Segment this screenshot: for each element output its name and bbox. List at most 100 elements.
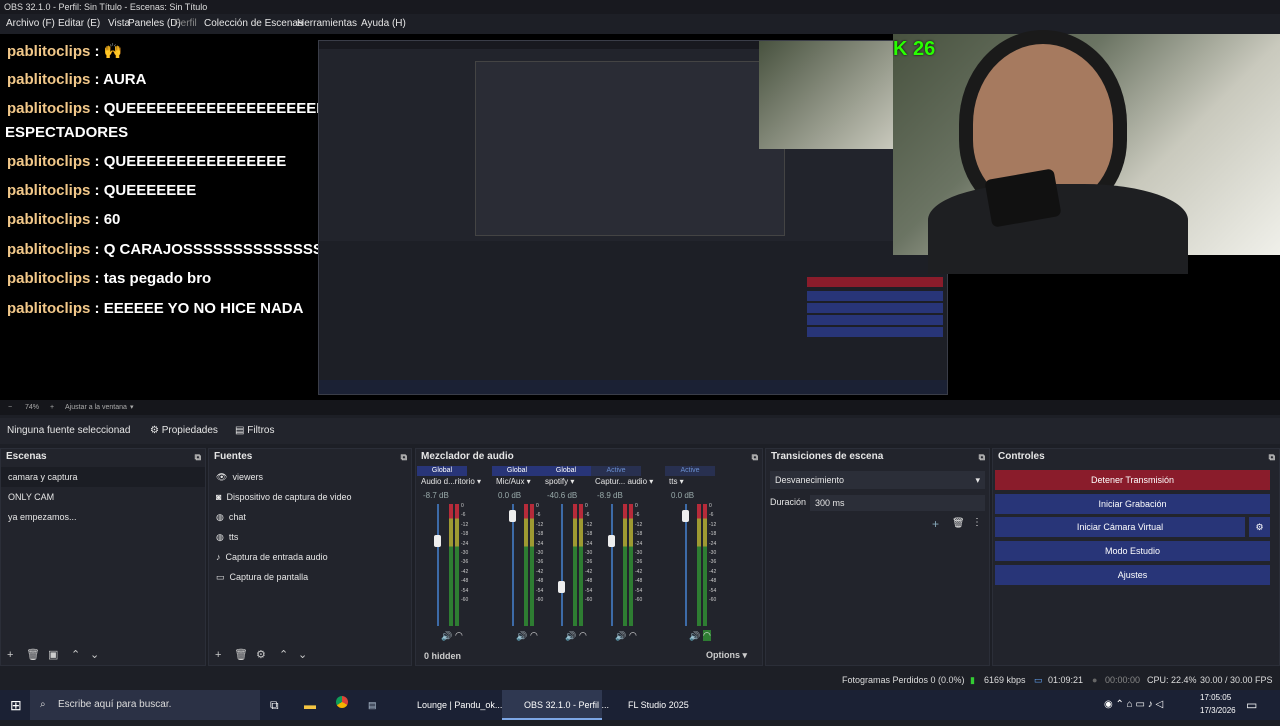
scene-filters-icon[interactable]: ▣ <box>48 648 58 661</box>
volume-fader[interactable] <box>437 504 439 626</box>
fit-window-dropdown[interactable]: Ajustar a la ventana <box>65 400 127 415</box>
scene-item[interactable]: camara y captura <box>1 467 205 487</box>
dock-popout-icon[interactable]: ⧉ <box>752 449 758 465</box>
speaker-icon[interactable]: 🔊 <box>615 631 626 642</box>
zoom-level[interactable]: 74% <box>25 400 39 415</box>
menu-docks[interactable]: Paneles (D) <box>128 14 181 34</box>
source-item[interactable]: 👁 viewers <box>209 467 411 487</box>
chrome-icon[interactable] <box>336 690 348 720</box>
channel-name[interactable]: Audio d...ritorio ▾ <box>421 477 481 486</box>
channel-tab[interactable]: Global <box>417 466 467 476</box>
filters-button[interactable]: ▤ Filtros <box>235 418 274 444</box>
headphones-icon[interactable]: ◠ <box>629 630 637 641</box>
volume-slider-handle[interactable] <box>509 509 516 522</box>
menu-scene-collection[interactable]: Colección de Escenas <box>204 14 303 34</box>
speaker-icon[interactable]: 🔊 <box>516 631 527 642</box>
more-icon[interactable]: ⋮ <box>972 517 982 528</box>
move-down-icon[interactable]: ⌄ <box>90 648 99 661</box>
menu-profile[interactable]: Perfil <box>174 14 197 34</box>
dock-popout-icon[interactable]: ⧉ <box>979 449 985 465</box>
headphones-icon[interactable]: ◠ <box>703 630 711 641</box>
properties-button[interactable]: ⚙ Propiedades <box>150 418 218 444</box>
add-source-button[interactable]: + <box>215 649 221 661</box>
move-down-icon[interactable]: ⌄ <box>298 648 307 661</box>
taskbar-app-obs[interactable]: OBS 32.1.0 - Perfil ... <box>502 690 609 720</box>
trash-icon[interactable]: 🗑 <box>952 518 965 529</box>
source-item[interactable]: ▭ Captura de pantalla <box>209 567 411 587</box>
speaker-icon[interactable]: 🔊 <box>441 631 452 642</box>
notepad-icon[interactable]: ▤ <box>368 690 377 720</box>
level-meter <box>623 504 627 626</box>
notifications-icon[interactable]: ▭ <box>1246 690 1257 720</box>
speaker-icon[interactable]: 🔊 <box>689 631 700 642</box>
duration-input[interactable]: 300 ms <box>810 495 985 511</box>
chevron-down-icon[interactable]: ▾ <box>130 400 134 415</box>
headphones-icon[interactable]: ◠ <box>530 630 538 641</box>
menu-help[interactable]: Ayuda (H) <box>361 14 406 34</box>
volume-fader[interactable] <box>512 504 514 626</box>
volume-slider-handle[interactable] <box>608 534 615 547</box>
menu-tools[interactable]: Herramientas <box>297 14 357 34</box>
dock-popout-icon[interactable]: ⧉ <box>195 449 201 465</box>
file-explorer-icon[interactable]: ▬ <box>304 690 316 720</box>
channel-name[interactable]: spotify ▾ <box>545 477 574 486</box>
start-recording-button[interactable]: Iniciar Grabación <box>995 494 1270 514</box>
channel-name[interactable]: tts ▾ <box>669 477 684 486</box>
volume-slider-handle[interactable] <box>558 581 565 593</box>
dock-popout-icon[interactable]: ⧉ <box>1269 449 1275 465</box>
chat-user: pablitoclips <box>7 71 91 88</box>
volume-fader[interactable] <box>685 504 687 626</box>
scene-item[interactable]: ONLY CAM <box>1 487 54 507</box>
source-item[interactable]: ◍ chat <box>209 507 411 527</box>
headphones-icon[interactable]: ◠ <box>455 630 463 641</box>
headphones-icon[interactable]: ◠ <box>579 630 587 641</box>
stop-streaming-button[interactable]: Detener Transmisión <box>995 470 1270 490</box>
taskbar-app-flstudio[interactable]: FL Studio 2025 <box>606 690 706 720</box>
meter-scale: 0 -6 -12 -18 -24 -30 -36 -42 -48 -54 -60 <box>709 503 717 604</box>
menu-file[interactable]: Archivo (F) <box>6 14 55 34</box>
tray-icons[interactable]: ◉ ⌃ ⌂ ▭ ♪ ◁ <box>1104 690 1163 720</box>
task-view-icon[interactable]: ⧉ <box>270 690 279 720</box>
zoom-in-button[interactable]: + <box>50 400 54 415</box>
source-item[interactable]: ◙ Dispositivo de captura de video <box>209 487 411 507</box>
move-up-icon[interactable]: ⌃ <box>71 648 80 661</box>
settings-button[interactable]: Ajustes <box>995 565 1270 585</box>
channel-tab[interactable]: Global <box>541 466 591 476</box>
gear-icon[interactable]: ⚙ <box>1249 517 1270 537</box>
channel-name[interactable]: Captur... audio ▾ <box>595 477 653 486</box>
channel-tab[interactable]: Active <box>591 466 641 476</box>
windows-start-icon[interactable]: ⊞ <box>10 690 22 720</box>
chat-message: pablitoclips : EEEEEE YO NO HICE NADA <box>7 300 304 317</box>
zoom-out-button[interactable]: − <box>8 400 12 415</box>
start-virtual-camera-button[interactable]: Iniciar Cámara Virtual <box>995 517 1245 537</box>
gear-icon[interactable]: ⚙ <box>256 648 266 661</box>
trash-icon[interactable]: 🗑 <box>234 648 248 661</box>
options-button[interactable]: Options ▾ <box>706 650 747 661</box>
taskbar-app-lounge[interactable]: Lounge | Pandu_ok... <box>395 690 502 720</box>
add-scene-button[interactable]: + <box>7 649 13 661</box>
volume-fader[interactable] <box>561 504 563 626</box>
channel-tab[interactable]: Global <box>492 466 542 476</box>
dock-popout-icon[interactable]: ⧉ <box>401 449 407 465</box>
source-item[interactable]: ◍ tts <box>209 527 411 547</box>
taskbar-search[interactable]: ⌕ Escribe aquí para buscar. <box>30 690 260 720</box>
trash-icon[interactable]: 🗑 <box>26 648 40 661</box>
volume-slider-handle[interactable] <box>682 509 689 522</box>
volume-slider-handle[interactable] <box>434 534 441 547</box>
camera-icon: ◙ <box>216 492 222 502</box>
scene-item[interactable]: ya empezamos... <box>1 507 77 527</box>
channel-tab[interactable]: Active <box>665 466 715 476</box>
transition-select[interactable]: Desvanecimiento ▾ <box>770 471 985 489</box>
chat-user: pablitoclips <box>7 241 91 258</box>
channel-name[interactable]: Mic/Aux ▾ <box>496 477 531 486</box>
speaker-icon[interactable]: 🔊 <box>565 631 576 642</box>
clock-date[interactable]: 17/3/2026 <box>1200 696 1236 726</box>
menu-edit[interactable]: Editar (E) <box>58 14 100 34</box>
source-item[interactable]: ♪ Captura de entrada audio <box>209 547 411 567</box>
add-transition-button[interactable]: + <box>932 517 939 531</box>
move-up-icon[interactable]: ⌃ <box>279 648 288 661</box>
studio-mode-button[interactable]: Modo Estudio <box>995 541 1270 561</box>
volume-fader[interactable] <box>611 504 613 626</box>
preview-canvas[interactable]: pablitoclips : 🙌 pablitoclips : AURA pab… <box>0 34 1280 400</box>
menu-view[interactable]: Vista <box>108 14 130 34</box>
